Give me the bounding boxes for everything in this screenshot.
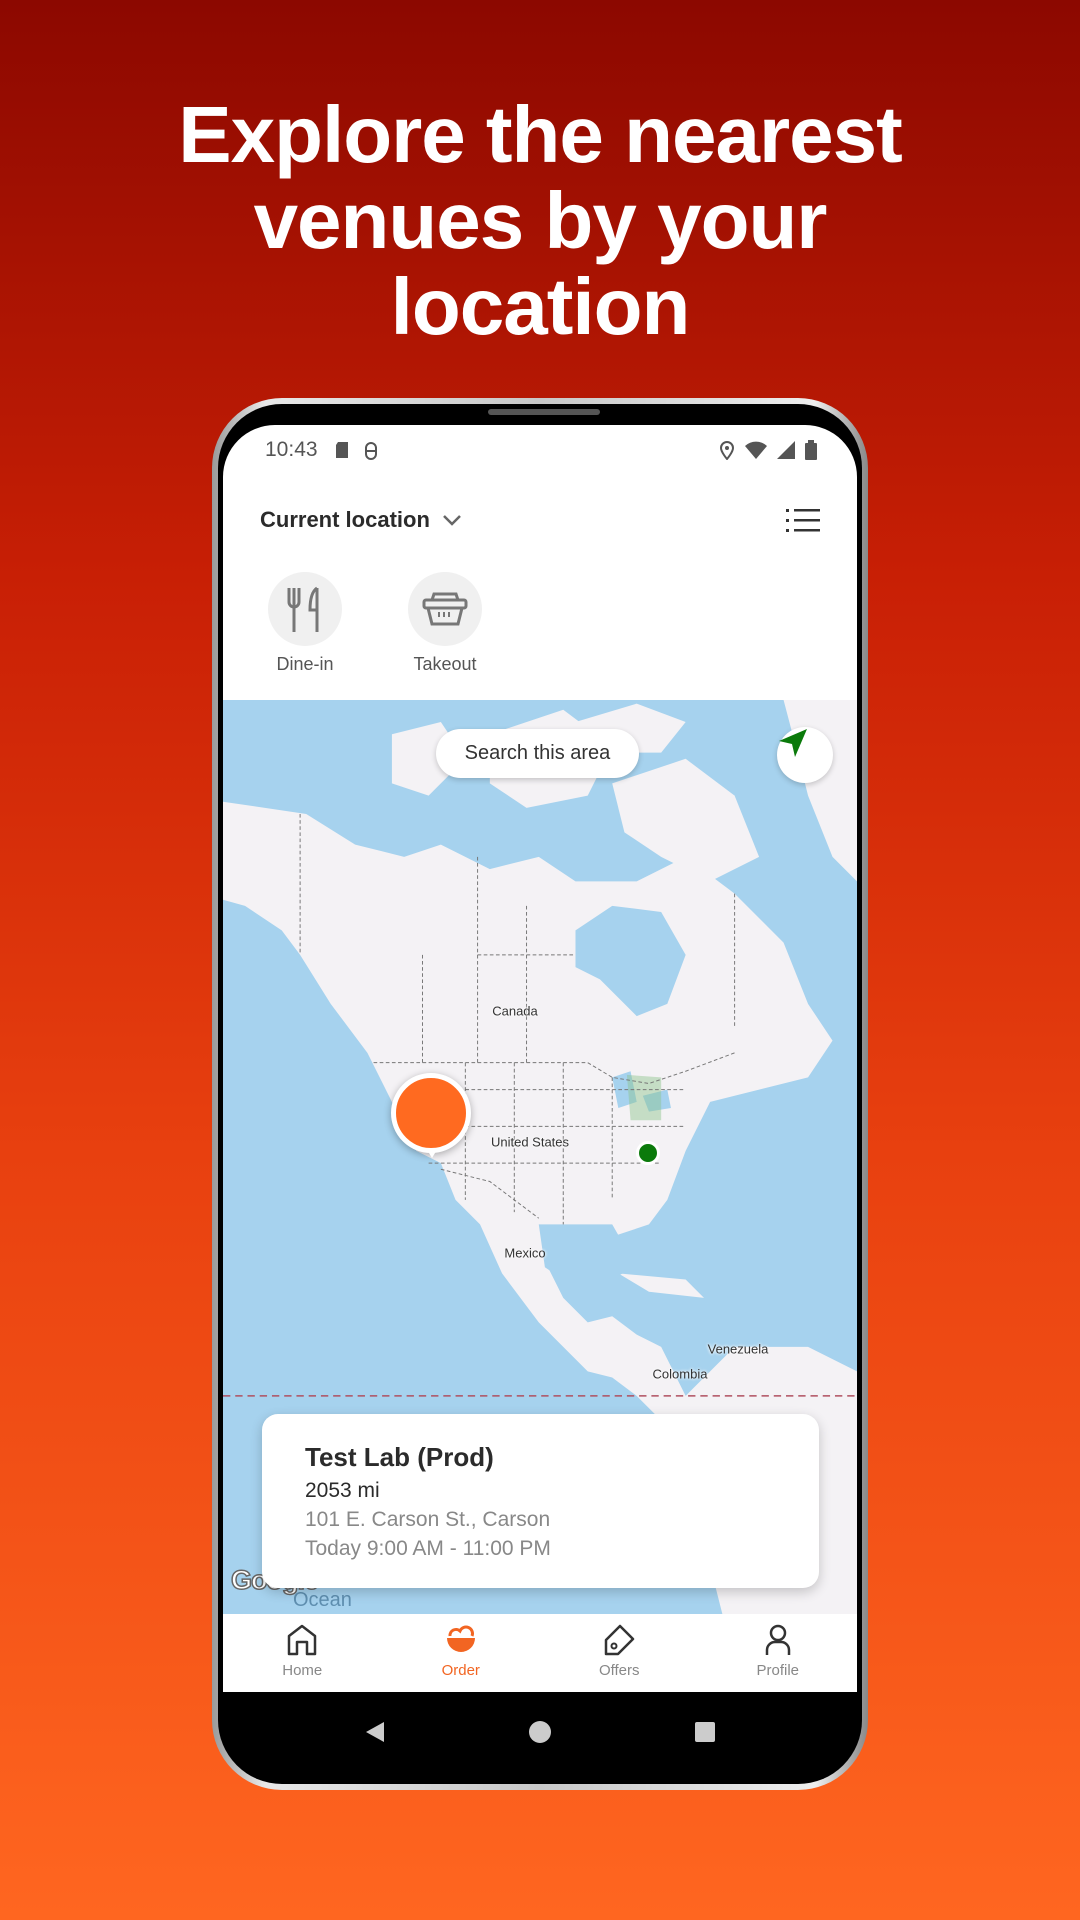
arctic-island (612, 758, 760, 882)
header: Current location (260, 497, 820, 543)
home-circle-icon[interactable] (528, 1720, 552, 1744)
wifi-icon (745, 441, 767, 459)
nav-offers[interactable]: Offers (540, 1614, 699, 1692)
venue-distance: 2053 mi (305, 1479, 380, 1502)
venue-address: 101 E. Carson St., Carson (305, 1508, 551, 1531)
headline: Explore the nearest venues by your locat… (0, 92, 1080, 350)
sd-card-icon (335, 442, 348, 458)
battery-icon (805, 440, 817, 460)
category-label: Takeout (413, 654, 477, 674)
headline-line-3: location (390, 262, 691, 351)
nav-order[interactable]: Order (382, 1614, 541, 1692)
locate-me-button[interactable] (777, 727, 833, 783)
app-screen: 10:43 Current location Dine-in Takeout C… (223, 425, 857, 1771)
takeout-box-icon (422, 592, 468, 626)
location-selector[interactable]: Current location (260, 507, 430, 533)
location-pin-icon (719, 441, 735, 460)
category-dine-in[interactable]: Dine-in (260, 572, 350, 675)
phone-frame: 10:43 Current location Dine-in Takeout C… (212, 398, 868, 1790)
bottom-navigation: Home Order Offers Profile (223, 1614, 857, 1692)
region-highlight (626, 1074, 662, 1121)
navigation-arrow-icon (779, 729, 807, 757)
map-label-venezuela: Venezuela (707, 1341, 769, 1357)
map-label-mexico: Mexico (504, 1245, 546, 1261)
venue-hours: Today 9:00 AM - 11:00 PM (305, 1537, 551, 1560)
nav-home[interactable]: Home (223, 1614, 382, 1692)
map-view[interactable]: Canada United States Mexico Venezuela Co… (223, 700, 857, 1614)
map-label-canada: Canada (492, 1003, 538, 1019)
search-this-area-button[interactable]: Search this area (436, 729, 639, 778)
category-takeout[interactable]: Takeout (400, 572, 490, 675)
headline-line-2: venues by your (253, 176, 828, 265)
venue-name: Test Lab (Prod) (305, 1442, 494, 1472)
order-bowl-icon (446, 1625, 475, 1652)
map-label-colombia: Colombia (652, 1366, 708, 1382)
nav-profile[interactable]: Profile (699, 1614, 858, 1692)
venue-marker[interactable] (391, 1073, 471, 1158)
back-icon[interactable] (364, 1720, 386, 1744)
android-debug-icon (364, 442, 377, 460)
status-time: 10:43 (265, 438, 318, 461)
signal-icon (777, 441, 795, 459)
nav-label: Offers (598, 1662, 640, 1679)
recents-icon[interactable] (694, 1721, 716, 1743)
speaker-grille (488, 409, 600, 415)
fork-knife-icon (287, 586, 319, 632)
tag-icon (605, 1624, 635, 1656)
map-label-united-states: United States (490, 1134, 570, 1150)
venue-card[interactable]: Test Lab (Prod) 2053 mi 101 E. Carson St… (262, 1414, 819, 1588)
person-icon (765, 1624, 790, 1655)
list-icon[interactable] (786, 507, 820, 533)
home-icon (288, 1624, 317, 1656)
nav-label: Profile (756, 1662, 800, 1679)
nav-label: Home (282, 1662, 323, 1679)
headline-line-1: Explore the nearest (178, 90, 903, 179)
map-label-ocean: Ocean (293, 1589, 352, 1611)
user-location-dot (636, 1141, 660, 1165)
nav-label: Order (441, 1662, 480, 1679)
category-label: Dine-in (276, 654, 334, 674)
chevron-down-icon[interactable] (442, 514, 462, 526)
system-navigation-bar (223, 1692, 857, 1771)
cuba (618, 1273, 705, 1298)
status-bar: 10:43 (223, 425, 857, 475)
